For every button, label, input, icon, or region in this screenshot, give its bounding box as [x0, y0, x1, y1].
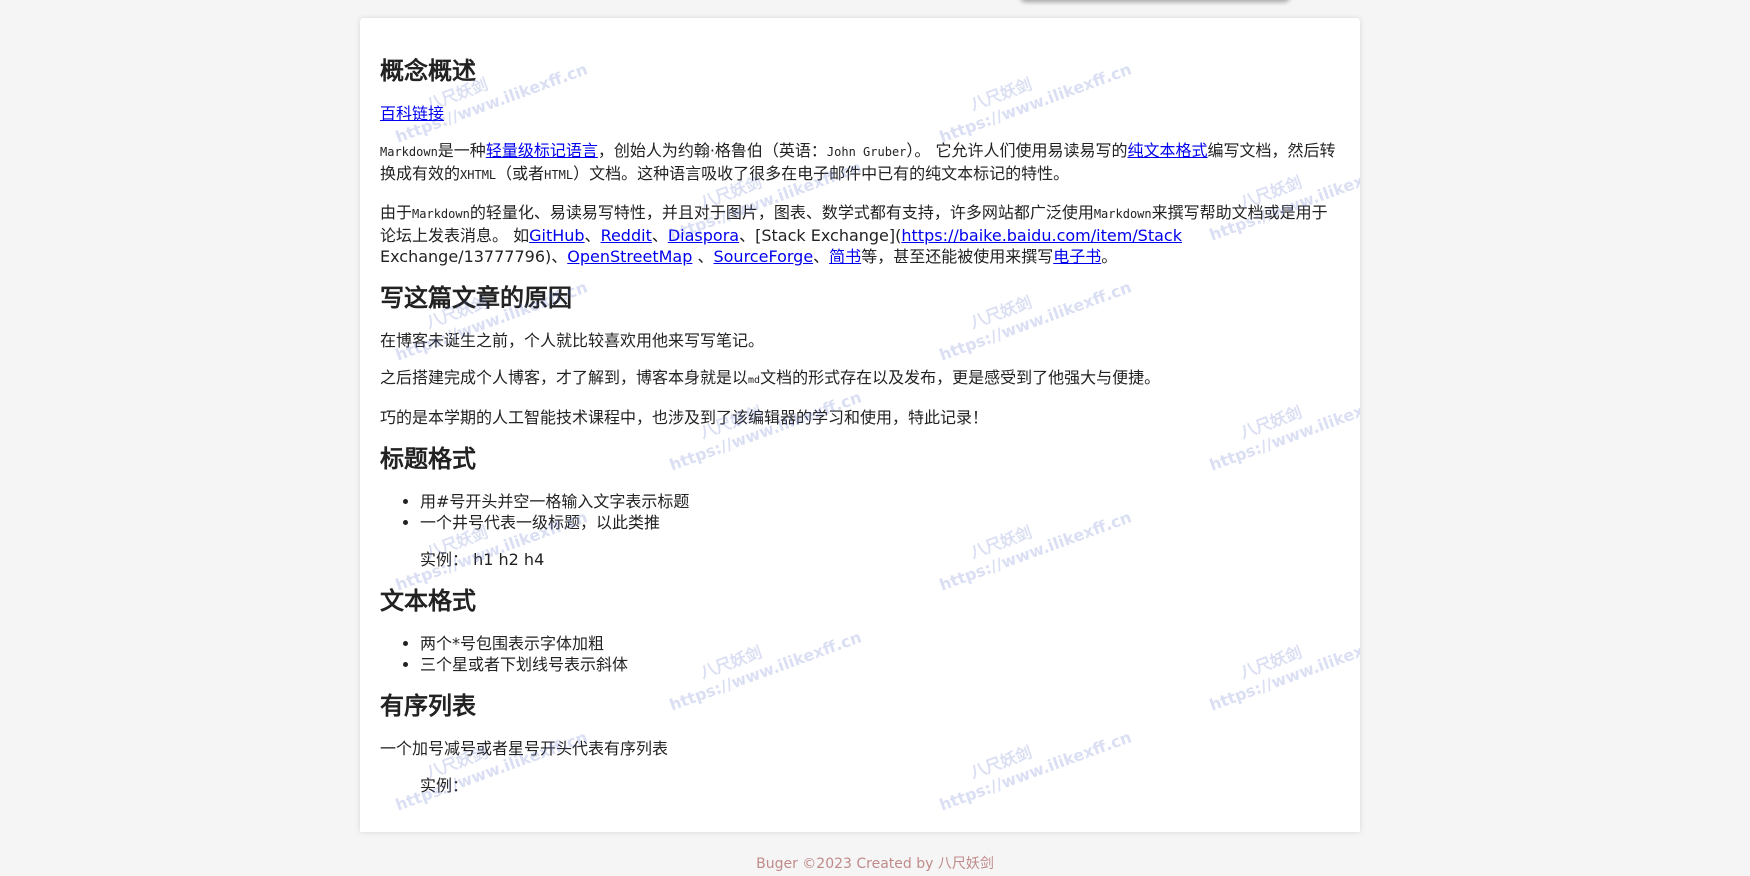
paragraph-ordered-list: 一个加号减号或者星号开头代表有序列表 [380, 739, 669, 758]
section-heading-ordered-list: 有序列表 [380, 692, 476, 720]
section-heading-title-format: 标题格式 [380, 445, 476, 473]
list-item: 三个星或者下划线号表示斜体 [420, 654, 1340, 675]
paragraph-markdown-intro: Markdown是一种轻量级标记语言，创始人为约翰·格鲁伯（英语：John Gr… [380, 141, 1336, 183]
page-footer: Buger ©2023 Created by 八尺妖剑 [756, 856, 994, 872]
link-stack-exchange[interactable]: https://baike.baidu.com/item/Stack [901, 226, 1182, 245]
text-format-list: 两个*号包围表示字体加粗 三个星或者下划线号表示斜体 [380, 633, 1340, 675]
list-item: 用#号开头并空一格输入文字表示标题 [420, 491, 1340, 512]
paragraph-why-3: 巧的是本学期的人工智能技术课程中，也涉及到了该编辑器的学习和使用，特此记录！ [380, 408, 989, 427]
list-item: 一个井号代表一级标题，以此类推 [420, 512, 1340, 533]
list-item: 两个*号包围表示字体加粗 [420, 633, 1340, 654]
section-heading-why: 写这篇文章的原因 [380, 284, 572, 312]
article-content: 概念概述 百科链接 Markdown是一种轻量级标记语言，创始人为约翰·格鲁伯（… [360, 18, 1360, 796]
link-jianshu[interactable]: 简书 [829, 247, 861, 266]
section-heading-concept: 概念概述 [380, 57, 476, 85]
title-format-example: 实例： h1 h2 h4 [420, 550, 545, 569]
title-format-list: 用#号开头并空一格输入文字表示标题 一个井号代表一级标题，以此类推 [380, 491, 1340, 533]
link-diaspora[interactable]: Diaspora [668, 226, 739, 245]
link-reddit[interactable]: Reddit [601, 226, 652, 245]
baike-link[interactable]: 百科链接 [380, 104, 444, 123]
link-lightweight-markup[interactable]: 轻量级标记语言 [486, 141, 598, 160]
paragraph-why-2: 之后搭建完成个人博客，才了解到，博客本身就是以md文档的形式存在以及发布，更是感… [380, 368, 1161, 387]
link-plain-text-format[interactable]: 纯文本格式 [1128, 141, 1208, 160]
link-github[interactable]: GitHub [529, 226, 584, 245]
paragraph-markdown-usage: 由于Markdown的轻量化、易读易写特性，并且对于图片，图表、数学式都有支持，… [380, 203, 1328, 266]
section-heading-text-format: 文本格式 [380, 587, 476, 615]
paragraph-why-1: 在博客未诞生之前，个人就比较喜欢用他来写写笔记。 [380, 331, 765, 350]
link-ebook[interactable]: 电子书 [1053, 247, 1101, 266]
link-openstreetmap[interactable]: OpenStreetMap [567, 247, 692, 266]
link-sourceforge[interactable]: SourceForge [713, 247, 813, 266]
article-card: 概念概述 百科链接 Markdown是一种轻量级标记语言，创始人为约翰·格鲁伯（… [360, 18, 1360, 832]
ordered-list-example: 实例： [420, 776, 469, 795]
